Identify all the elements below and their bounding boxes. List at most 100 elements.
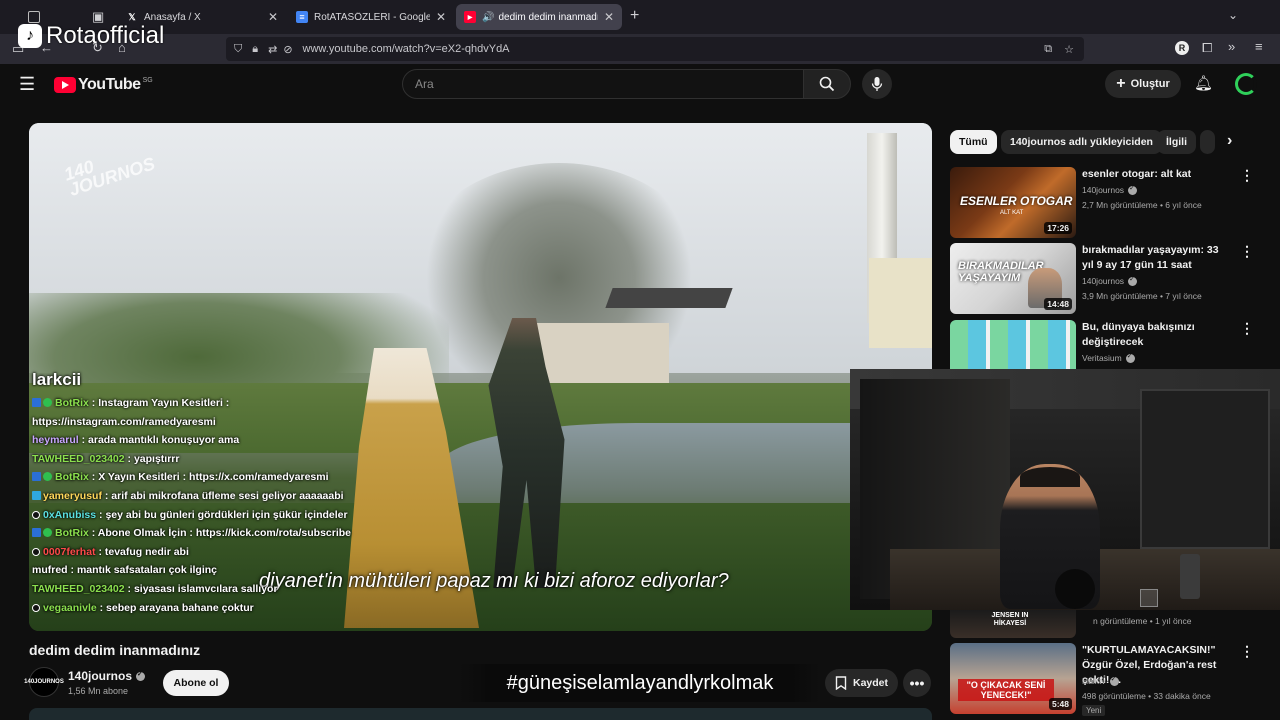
search-input[interactable]: Ara [402, 69, 804, 99]
recommendation-channel[interactable]: Halktv [1082, 675, 1119, 686]
extensions-icon[interactable]: ⧠ [1202, 40, 1212, 56]
description-box[interactable] [29, 708, 932, 720]
url-text[interactable]: www.youtube.com/watch?v=eX2-qhdvYdA [303, 43, 510, 55]
chips-next-chevron-icon[interactable]: › [1227, 132, 1232, 150]
profile-avatar[interactable]: R [1175, 41, 1189, 55]
audio-playing-icon[interactable]: 🔊 [482, 12, 494, 23]
video-thumbnail[interactable]: BIRAKMADILAR YAŞAYAYIM 14:48 [950, 243, 1076, 314]
save-label: Kaydet [852, 677, 888, 689]
recommendation-item[interactable]: JENSEN IN HİKAYESİ n görüntüleme • 1 yıl… [950, 610, 1280, 638]
close-tab-icon[interactable]: ✕ [436, 10, 446, 24]
more-actions-button[interactable]: ••• [903, 669, 931, 697]
search-icon [819, 76, 835, 92]
channel-avatar[interactable]: 140JOURNOS [24, 667, 64, 697]
chat-message: BotRix : Instagram Yayın Kesitleri : [32, 394, 452, 413]
verified-badge-icon [43, 472, 52, 482]
channel-text[interactable]: 140journos [1082, 276, 1124, 286]
voice-search-button[interactable] [862, 69, 892, 99]
recommendation-item[interactable]: Bu, dünyaya bakışınızı değiştirecek Veri… [950, 320, 1280, 370]
recommendation-channel[interactable]: 140journos [1082, 184, 1138, 195]
youtube-logo[interactable]: YouTube SG [54, 76, 153, 94]
chat-separator: : [88, 527, 98, 540]
duration-badge: 14:48 [1044, 298, 1072, 310]
recommendation-channel[interactable]: Veritasium [1082, 352, 1135, 363]
chat-message: mufred : mantık safsataları çok ilginç [32, 561, 452, 580]
app-menu-icon[interactable]: ≡ [1255, 39, 1263, 54]
channel-text[interactable]: 140journos [1082, 185, 1124, 195]
pip-icon[interactable]: ⧉ [1044, 43, 1052, 56]
verified-badge-icon [43, 398, 52, 407]
recommendation-title[interactable]: Bu, dünyaya bakışınızı değiştirecek [1082, 320, 1232, 350]
thumbnail-text: ESENLER OTOGAR [960, 194, 1073, 208]
chat-username: heymarul [32, 434, 79, 447]
channel-name[interactable]: 140journos [68, 669, 146, 683]
chip-from-uploader[interactable]: 140journos adlı yükleyiciden [1001, 130, 1162, 154]
close-tab-icon[interactable]: ✕ [604, 10, 614, 24]
bookmark-star-icon[interactable]: ☆ [1064, 43, 1074, 56]
chat-message: 0007ferhat : tevafug nedir abi [32, 543, 452, 562]
recommendation-item[interactable]: BIRAKMADILAR YAŞAYAYIM 14:48 bırakmadıla… [950, 243, 1280, 315]
close-tab-icon[interactable]: ✕ [268, 10, 278, 24]
tab-google-docs[interactable]: ≡ RotATASÖZLERİ - Google Dokü... ✕ [288, 4, 454, 30]
thumbnail-subtext: ALT KAT [1000, 210, 1024, 216]
bot-badge-icon [32, 472, 41, 482]
chat-separator: : [96, 601, 107, 614]
duration-badge: 5:48 [1048, 698, 1072, 710]
verified-check-icon [136, 670, 146, 681]
lock-icon[interactable]: 🔒︎ [252, 43, 258, 56]
recommendation-meta: 3,9 Mn görüntüleme • 7 yıl önce [1082, 291, 1202, 301]
shield-icon[interactable]: ⛉ [234, 43, 242, 56]
recommendation-meta: 2,7 Mn görüntüleme • 6 yıl önce [1082, 200, 1202, 210]
save-button[interactable]: Kaydet [825, 669, 898, 697]
chip-all[interactable]: Tümü [950, 130, 997, 154]
bot-badge-icon [32, 398, 41, 407]
chat-username: mufred [32, 564, 68, 577]
recommendation-title[interactable]: esenler otogar: alt kat [1082, 167, 1232, 182]
kebab-menu-icon[interactable]: ⋮ [1240, 167, 1254, 184]
chat-separator: : [101, 489, 112, 502]
chip-related[interactable]: İlgili [1157, 130, 1196, 154]
mosque-wall [869, 258, 932, 348]
subscribe-button[interactable]: Abone ol [163, 670, 229, 696]
recommendation-item[interactable]: "O ÇIKACAK SENİ YENECEK!" 5:48 "KURTULAM… [950, 643, 1280, 720]
tab-youtube[interactable]: ▶ 🔊 dedim dedim inanmadınız - ✕ [456, 4, 622, 30]
chat-username: 0007ferhat [43, 545, 96, 558]
channel-text[interactable]: Halktv [1082, 676, 1106, 686]
chat-message: yameryusuf : arif abi mikrofana üfleme s… [32, 487, 452, 506]
account-avatar[interactable] [1235, 73, 1257, 95]
kebab-menu-icon[interactable]: ⋮ [1240, 243, 1254, 260]
overflow-chevron-icon[interactable]: » [1228, 39, 1235, 54]
recommendation-item[interactable]: ESENLER OTOGAR ALT KAT 17:26 esenler oto… [950, 167, 1280, 239]
kebab-menu-icon[interactable]: ⋮ [1240, 320, 1254, 337]
verified-check-icon [1109, 675, 1119, 686]
recommendation-title[interactable]: bırakmadılar yaşayayım: 33 yıl 9 ay 17 g… [1082, 243, 1232, 273]
thumbnail-text: "O ÇIKACAK SENİ YENECEK!" [958, 679, 1054, 701]
chip-overflow[interactable] [1200, 130, 1215, 154]
kebab-menu-icon[interactable]: ⋮ [1240, 643, 1254, 660]
no-autoplay-icon[interactable]: ⊘ [283, 43, 292, 56]
hamburger-menu-icon[interactable]: ☰ [19, 74, 35, 95]
channel-text[interactable]: Veritasium [1082, 353, 1122, 363]
channel-name-text[interactable]: 140journos [68, 669, 132, 683]
streamer-hair [1020, 467, 1080, 487]
permissions-icon[interactable]: ⇄ [268, 43, 277, 56]
video-thumbnail[interactable] [950, 320, 1076, 369]
recommendation-channel[interactable]: 140journos [1082, 275, 1138, 286]
tab-title: dedim dedim inanmadınız - [498, 11, 597, 23]
video-thumbnail[interactable]: "O ÇIKACAK SENİ YENECEK!" 5:48 [950, 643, 1076, 714]
search-button[interactable] [803, 69, 851, 99]
new-badge: Yeni [1082, 705, 1106, 716]
bookmark-icon [835, 676, 847, 690]
browser-nav-bar: ▭ ← ↻ ⌂ ⛉ 🔒︎ ⇄ ⊘ www.youtube.com/watch?v… [0, 34, 1280, 64]
user-badge-icon [32, 510, 40, 519]
verified-check-icon [1128, 275, 1138, 286]
shelter-roof [605, 288, 733, 308]
video-thumbnail[interactable]: JENSEN IN HİKAYESİ [950, 610, 1076, 638]
list-all-tabs-icon[interactable]: ⌄ [1228, 8, 1238, 22]
address-bar[interactable]: ⛉ 🔒︎ ⇄ ⊘ www.youtube.com/watch?v=eX2-qhd… [226, 37, 1084, 61]
create-button[interactable]: + Oluştur [1105, 70, 1181, 98]
notifications-bell-icon[interactable]: 🔔︎ [1194, 74, 1213, 92]
google-docs-icon: ≡ [296, 11, 308, 23]
new-tab-button[interactable]: + [630, 7, 639, 25]
video-thumbnail[interactable]: ESENLER OTOGAR ALT KAT 17:26 [950, 167, 1076, 238]
